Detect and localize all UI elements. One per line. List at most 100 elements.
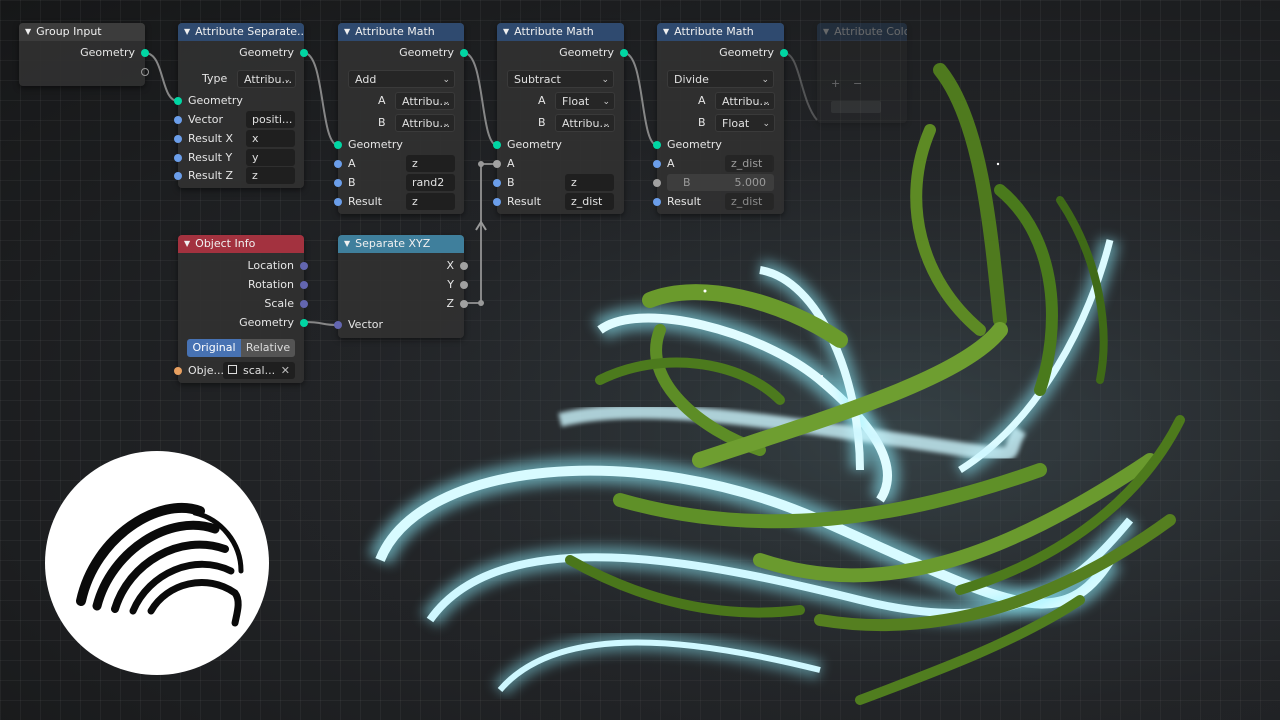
b-type-dropdown[interactable]: Attribu... ⌄ — [395, 114, 455, 132]
result-y-field[interactable]: y — [246, 149, 295, 166]
a-type-label: A — [698, 94, 706, 107]
attribute-math-subtract-node[interactable]: ▼ Attribute Math Geometry Subtract ⌄ A Flo… — [493, 23, 628, 214]
a-input-field[interactable]: z_dist — [725, 155, 774, 172]
location-output-socket[interactable] — [300, 262, 308, 270]
attribute-math-divide-node[interactable]: ▼ Attribute Math Geometry Divide ⌄ A Attri… — [653, 23, 788, 214]
a-type-dropdown[interactable]: Float ⌄ — [555, 92, 615, 110]
operation-value: Add — [355, 73, 377, 86]
group-input-node[interactable]: ▼ Group Input Geometry — [19, 23, 149, 86]
result-socket[interactable] — [493, 198, 501, 206]
result-field[interactable]: z_dist — [725, 193, 774, 210]
object-info-node[interactable]: ▼ Object Info Location Rotation Scale Geo… — [174, 235, 308, 383]
a-type-dropdown[interactable]: Attribu... ⌄ — [395, 92, 455, 110]
result-socket[interactable] — [334, 198, 342, 206]
add-stop-button[interactable]: + — [831, 75, 840, 93]
result-x-socket[interactable] — [174, 135, 182, 143]
geometry-input-socket[interactable] — [653, 141, 661, 149]
z-output-socket[interactable] — [460, 300, 468, 308]
node-header[interactable]: ▼ Attribute Math — [497, 23, 624, 41]
relative-toggle[interactable]: Relative — [241, 339, 295, 357]
object-input-socket[interactable] — [174, 367, 182, 375]
geometry-output-socket[interactable] — [300, 319, 308, 327]
object-picker-field[interactable]: scal... ✕ — [223, 362, 295, 379]
attribute-color-ramp-node[interactable]: ▼ Attribute Color R... + − — [817, 23, 907, 123]
geometry-output-label: Geometry — [239, 316, 294, 329]
a-input-socket[interactable] — [493, 160, 501, 168]
b-input-socket[interactable] — [334, 179, 342, 187]
result-x-field[interactable]: x — [246, 130, 295, 147]
geometry-output-label: Geometry — [239, 46, 294, 59]
vector-input-socket[interactable] — [174, 116, 182, 124]
empty-output-socket[interactable] — [141, 68, 149, 76]
geometry-output-socket[interactable] — [460, 49, 468, 57]
b-type-value: Float — [722, 117, 750, 130]
geometry-input-socket[interactable] — [174, 97, 182, 105]
color-ramp-preview[interactable] — [831, 101, 881, 113]
operation-dropdown[interactable]: Subtract ⌄ — [507, 70, 614, 88]
node-editor-canvas[interactable]: ▼ Group Input Geometry ▼ Attribute Separat… — [0, 0, 1280, 720]
location-label: Location — [247, 259, 294, 272]
a-input-label: A — [507, 157, 515, 170]
node-header[interactable]: ▼ Attribute Math — [657, 23, 784, 41]
operation-dropdown[interactable]: Add ⌄ — [348, 70, 455, 88]
object-value: scal... — [243, 364, 276, 377]
node-header[interactable]: ▼ Attribute Color R... — [817, 23, 907, 41]
original-toggle[interactable]: Original — [187, 339, 241, 357]
result-z-field[interactable]: z — [246, 167, 295, 184]
geometry-output-label: Geometry — [80, 46, 135, 59]
geometry-input-socket[interactable] — [334, 141, 342, 149]
geometry-output-socket[interactable] — [620, 49, 628, 57]
attribute-math-add-node[interactable]: ▼ Attribute Math Geometry Add ⌄ A Attribu.… — [334, 23, 468, 214]
node-header[interactable]: ▼ Group Input — [19, 23, 145, 41]
vector-input-socket[interactable] — [334, 321, 342, 329]
result-field[interactable]: z_dist — [565, 193, 614, 210]
result-label: Result — [507, 195, 541, 208]
collapse-triangle-icon[interactable]: ▼ — [503, 27, 509, 36]
collapse-triangle-icon[interactable]: ▼ — [344, 27, 350, 36]
node-header[interactable]: ▼ Separate XYZ — [338, 235, 464, 253]
node-header[interactable]: ▼ Attribute Separate... — [178, 23, 304, 41]
collapse-triangle-icon[interactable]: ▼ — [184, 27, 190, 36]
collapse-triangle-icon[interactable]: ▼ — [25, 27, 31, 36]
b-input-socket[interactable] — [493, 179, 501, 187]
collapse-triangle-icon[interactable]: ▼ — [663, 27, 669, 36]
b-type-dropdown[interactable]: Float ⌄ — [715, 114, 775, 132]
result-y-socket[interactable] — [174, 154, 182, 162]
vector-attribute-field[interactable]: positi... — [246, 111, 295, 128]
a-input-socket[interactable] — [334, 160, 342, 168]
result-field[interactable]: z — [406, 193, 455, 210]
remove-stop-button[interactable]: − — [853, 75, 862, 93]
clear-icon[interactable]: ✕ — [281, 362, 290, 379]
y-output-socket[interactable] — [460, 281, 468, 289]
collapse-triangle-icon[interactable]: ▼ — [823, 27, 829, 36]
geometry-output-socket[interactable] — [780, 49, 788, 57]
b-type-dropdown[interactable]: Attribu... ⌄ — [555, 114, 615, 132]
x-output-socket[interactable] — [460, 262, 468, 270]
chevron-down-icon: ⌄ — [601, 75, 609, 85]
separate-xyz-node[interactable]: ▼ Separate XYZ X Y Z Vector — [334, 235, 468, 338]
b-input-field[interactable]: z — [565, 174, 614, 191]
result-socket[interactable] — [653, 198, 661, 206]
result-z-socket[interactable] — [174, 172, 182, 180]
geometry-output-socket[interactable] — [141, 49, 149, 57]
type-dropdown[interactable]: Attribu... ⌄ — [237, 70, 296, 88]
rotation-output-socket[interactable] — [300, 281, 308, 289]
b-input-label: B — [683, 176, 691, 189]
node-header[interactable]: ▼ Attribute Math — [338, 23, 464, 41]
b-input-socket[interactable] — [653, 179, 661, 187]
a-input-socket[interactable] — [653, 160, 661, 168]
collapse-triangle-icon[interactable]: ▼ — [344, 239, 350, 248]
channel-logo — [45, 451, 269, 675]
scale-output-socket[interactable] — [300, 300, 308, 308]
b-input-field[interactable]: rand2 — [406, 174, 455, 191]
collapse-triangle-icon[interactable]: ▼ — [184, 239, 190, 248]
b-value-field[interactable]: B 5.000 — [667, 174, 774, 191]
operation-dropdown[interactable]: Divide ⌄ — [667, 70, 774, 88]
attribute-separate-node[interactable]: ▼ Attribute Separate... Geometry Type Att… — [174, 23, 308, 188]
chevron-down-icon: ⌄ — [761, 75, 769, 85]
geometry-input-socket[interactable] — [493, 141, 501, 149]
geometry-output-socket[interactable] — [300, 49, 308, 57]
a-type-dropdown[interactable]: Attribu... ⌄ — [715, 92, 775, 110]
a-input-field[interactable]: z — [406, 155, 455, 172]
node-header[interactable]: ▼ Object Info — [178, 235, 304, 253]
